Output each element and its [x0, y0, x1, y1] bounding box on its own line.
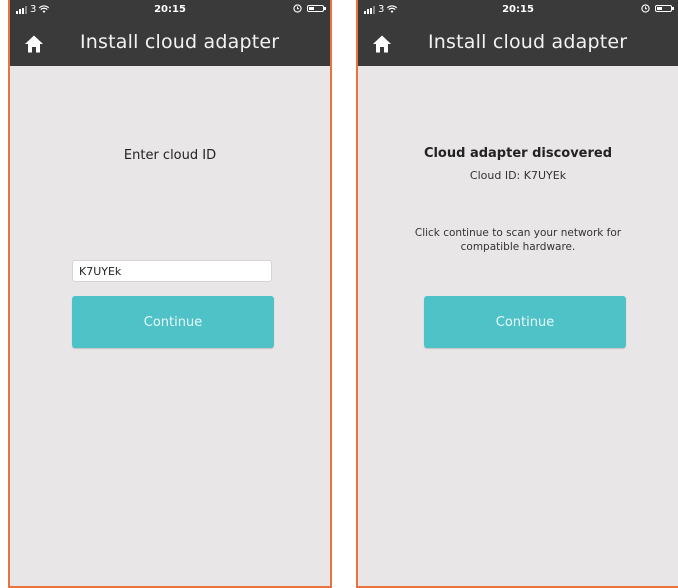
content-area: Cloud adapter discovered Cloud ID: K7UYE…: [358, 66, 678, 586]
battery-icon: [655, 5, 674, 12]
content-area: Enter cloud ID Continue: [10, 66, 330, 586]
nav-bar: Install cloud adapter: [358, 22, 678, 66]
status-right: [293, 4, 326, 13]
status-time: 20:15: [154, 4, 186, 15]
phone-screen-enter-cloud-id: 3 20:15 Install cloud adapter Enter clou…: [8, 0, 332, 588]
nav-bar: Install cloud adapter: [10, 22, 330, 66]
alarm-icon: [641, 4, 650, 13]
battery-icon: [307, 5, 326, 12]
status-bar: 3 20:15: [358, 0, 678, 22]
continue-button[interactable]: Continue: [424, 296, 626, 348]
status-right: [641, 4, 674, 13]
enter-cloud-id-heading: Enter cloud ID: [123, 148, 217, 163]
status-bar: 3 20:15: [10, 0, 330, 22]
status-time: 20:15: [502, 4, 534, 15]
continue-button[interactable]: Continue: [72, 296, 274, 348]
home-icon[interactable]: [372, 34, 392, 54]
alarm-icon: [293, 4, 302, 13]
page-title: Install cloud adapter: [428, 31, 628, 53]
cloud-id-label: Cloud ID: K7UYEk: [469, 169, 567, 182]
home-icon[interactable]: [24, 34, 44, 54]
instructions-text: Click continue to scan your network for …: [414, 227, 622, 253]
page-title: Install cloud adapter: [80, 31, 280, 53]
adapter-discovered-heading: Cloud adapter discovered: [423, 146, 613, 161]
cloud-id-input[interactable]: [72, 260, 272, 282]
phone-screen-adapter-discovered: 3 20:15 Install cloud adapter Cloud adap…: [356, 0, 678, 588]
